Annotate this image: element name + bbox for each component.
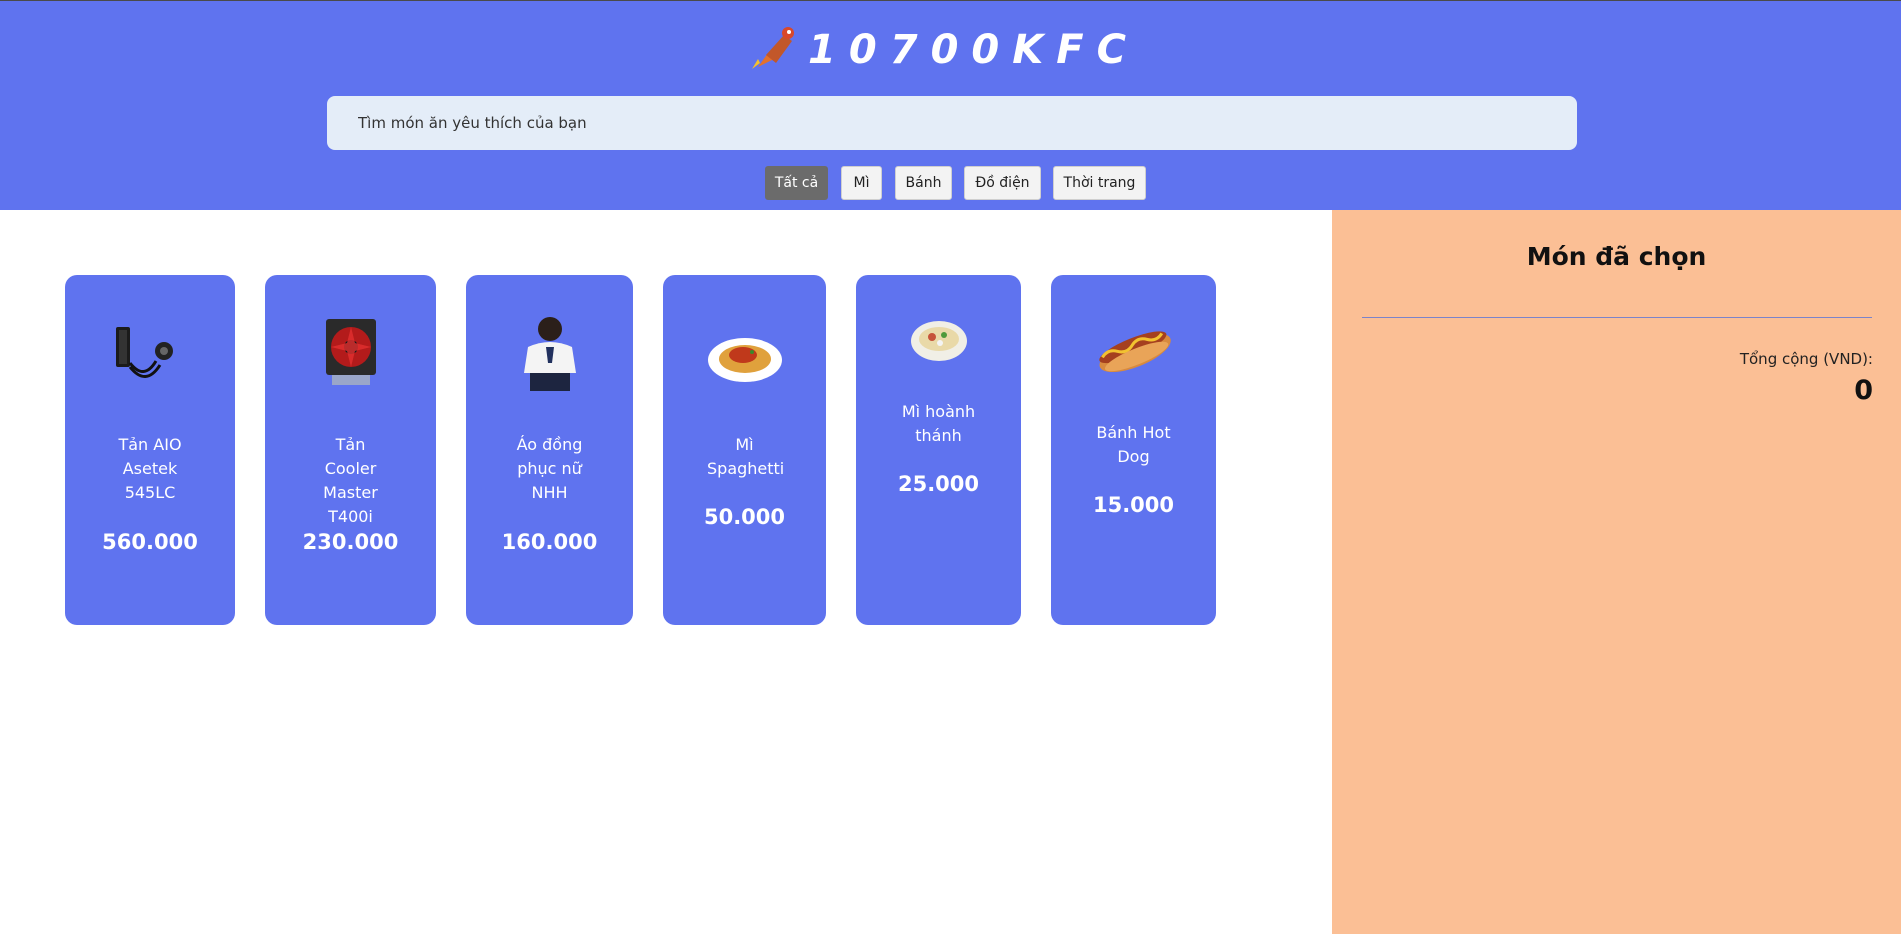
cart-sidebar: Món đã chọn Tổng cộng (VND): 0 bbox=[1332, 210, 1901, 934]
product-card[interactable]: Bánh Hot Dog 15.000 bbox=[1051, 275, 1216, 625]
product-name: Bánh Hot Dog bbox=[1096, 423, 1171, 466]
filter-noodles-button[interactable]: Mì bbox=[841, 166, 882, 200]
wonton-noodle-icon bbox=[911, 321, 967, 361]
product-price: 160.000 bbox=[501, 530, 598, 554]
product-name: Tản Cooler Master T400i bbox=[323, 435, 378, 526]
aio-cooler-icon bbox=[116, 327, 173, 378]
product-card[interactable]: Mì Spaghetti 50.000 bbox=[663, 275, 826, 625]
filter-all-button[interactable]: Tất cả bbox=[765, 166, 828, 200]
rocket-chicken-icon bbox=[752, 27, 794, 69]
cart-title: Món đã chọn bbox=[1526, 242, 1707, 271]
product-name: Áo đồng phục nữ NHH bbox=[516, 435, 583, 502]
product-card[interactable]: Tản Cooler Master T400i 230.000 bbox=[265, 275, 436, 625]
cart-divider bbox=[1362, 317, 1872, 318]
product-name: Mì Spaghetti bbox=[707, 435, 785, 478]
total-label: Tổng cộng (VND): bbox=[1739, 350, 1873, 368]
total-value: 0 bbox=[1854, 375, 1873, 406]
product-price: 230.000 bbox=[302, 530, 399, 554]
uniform-icon bbox=[524, 317, 576, 391]
spaghetti-icon bbox=[708, 338, 782, 382]
product-price: 50.000 bbox=[703, 505, 786, 529]
product-price: 15.000 bbox=[1092, 493, 1175, 517]
hotdog-icon bbox=[1099, 331, 1171, 373]
product-name: Tản AIO Asetek 545LC bbox=[118, 435, 182, 502]
product-card[interactable]: Áo đồng phục nữ NHH 160.000 bbox=[466, 275, 633, 625]
cpu-fan-icon bbox=[326, 319, 376, 385]
logo[interactable]: 10700KFC bbox=[748, 23, 1138, 73]
filter-cakes-button[interactable]: Bánh bbox=[895, 166, 952, 200]
product-card[interactable]: Tản AIO Asetek 545LC 560.000 bbox=[65, 275, 235, 625]
header-bar: 10700KFC Tất cả Mì Bánh Đồ điện Thời tra… bbox=[0, 0, 1901, 210]
product-name: Mì hoành thánh bbox=[901, 402, 976, 445]
search-input[interactable] bbox=[327, 96, 1577, 150]
filter-electronics-button[interactable]: Đồ điện bbox=[964, 166, 1041, 200]
filter-fashion-button[interactable]: Thời trang bbox=[1053, 166, 1146, 200]
product-price: 25.000 bbox=[897, 472, 980, 496]
logo-text: 10700KFC bbox=[808, 27, 1128, 73]
product-card[interactable]: Mì hoành thánh 25.000 bbox=[856, 275, 1021, 625]
category-filters: Tất cả Mì Bánh Đồ điện Thời trang bbox=[0, 166, 1901, 201]
product-price: 560.000 bbox=[102, 530, 198, 554]
